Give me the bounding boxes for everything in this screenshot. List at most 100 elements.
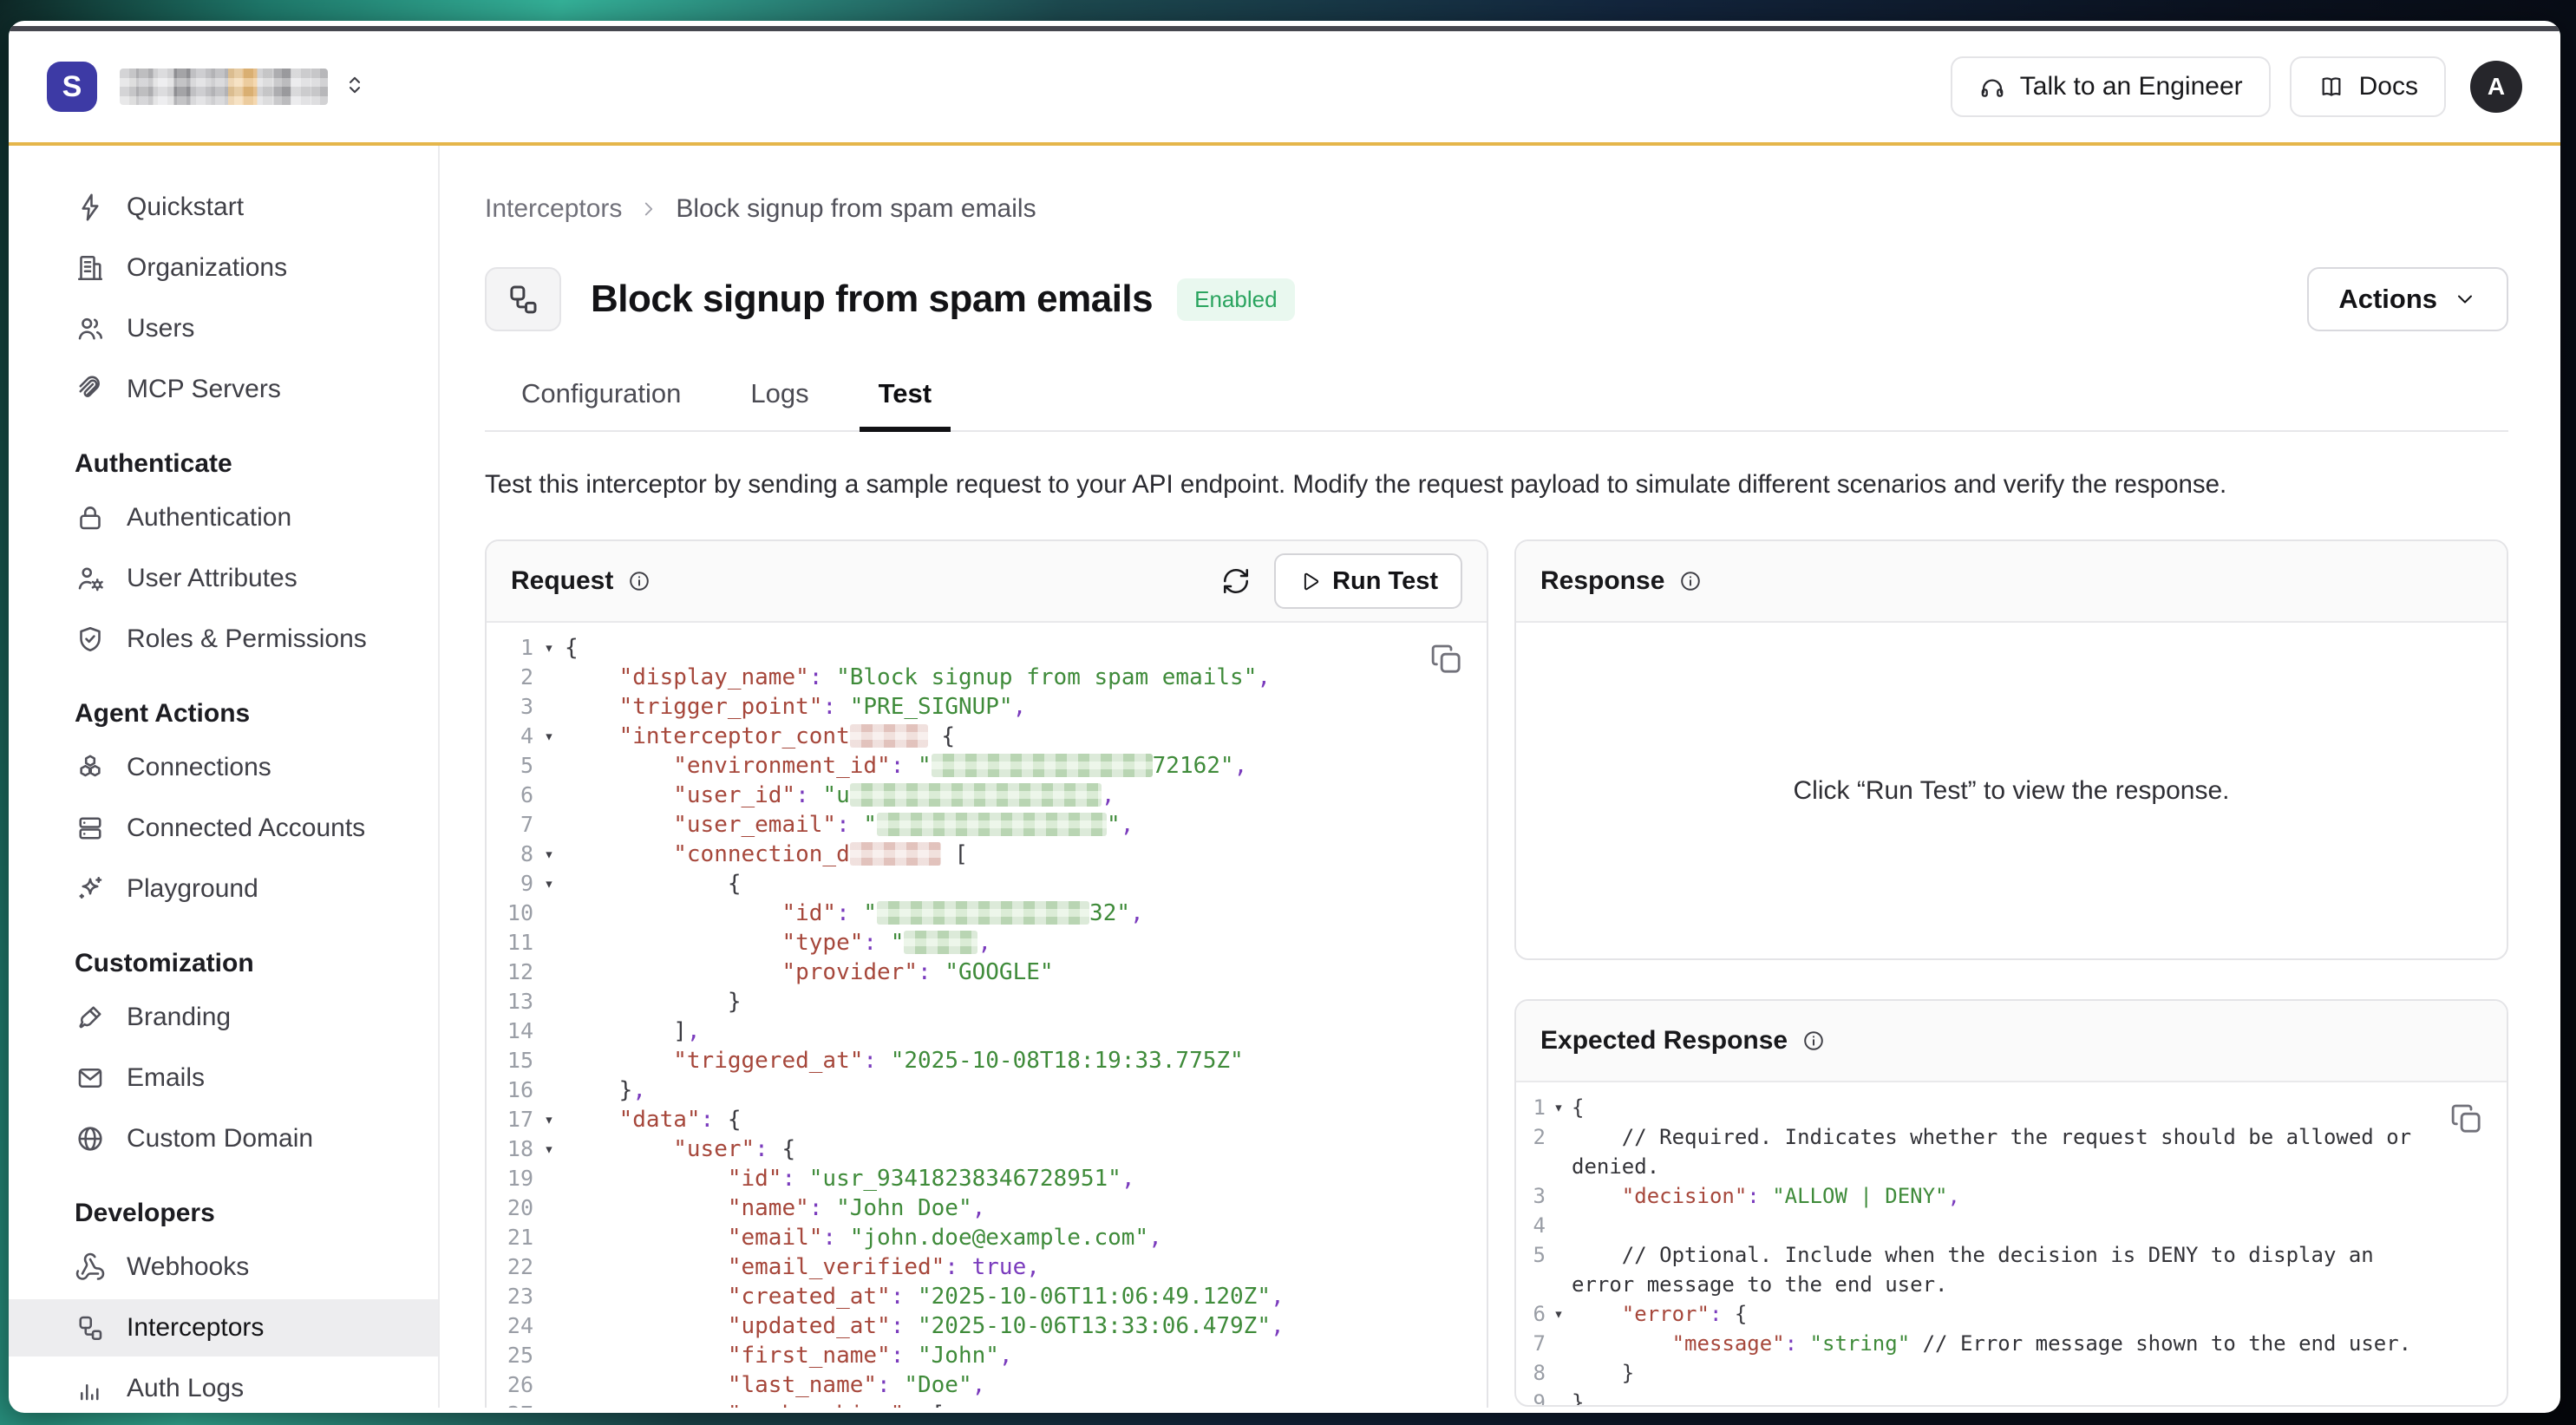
code-line: 13 } [487,987,1487,1016]
code-line: 1▾{ [487,633,1487,663]
avatar[interactable]: A [2470,61,2522,113]
play-icon [1298,570,1322,593]
page-header: Block signup from spam emails Enabled Ac… [485,267,2508,331]
status-badge: Enabled [1177,278,1294,321]
tab-test[interactable]: Test [860,378,951,430]
sidebar-item-custom-domain[interactable]: Custom Domain [9,1110,438,1167]
sidebar-item-user-attributes[interactable]: User Attributes [9,550,438,607]
sidebar-item-playground[interactable]: Playground [9,860,438,918]
sidebar-item-users[interactable]: Users [9,300,438,357]
sidebar-item-label: Interceptors [127,1313,264,1343]
chevrons-up-down-icon [342,72,368,102]
redacted-value [877,813,1107,836]
globe-icon [75,1123,106,1154]
code-line: 23 "created_at": "2025-10-06T11:06:49.12… [487,1282,1487,1311]
sidebar-item-authentication[interactable]: Authentication [9,489,438,546]
copy-expected-button[interactable] [2449,1101,2484,1136]
code-line: 25 "first_name": "John", [487,1341,1487,1370]
expected-response-title: Expected Response [1540,1026,1788,1056]
response-panel-header: Response [1516,541,2507,623]
sidebar-item-label: MCP Servers [127,375,281,404]
redacted-value [904,931,977,954]
sidebar-item-label: Emails [127,1063,205,1093]
users-icon [75,313,106,344]
sidebar-item-emails[interactable]: Emails [9,1049,438,1107]
copy-icon [2449,1101,2484,1136]
brush-icon [75,1002,106,1033]
run-test-button[interactable]: Run Test [1274,553,1462,609]
code-line: 17▾ "data": { [487,1105,1487,1134]
organizations-icon [75,252,106,284]
docs-button[interactable]: Docs [2290,56,2446,117]
code-line: 14 ], [487,1016,1487,1046]
screenshot-frame: S Talk to an Engineer Docs A Quickstart O… [0,0,2576,1425]
expected-response-code: 1▾{2 // Required. Indicates whether the … [1516,1082,2507,1405]
sidebar-section-header: Developers [9,1199,438,1228]
sidebar-item-branding[interactable]: Branding [9,989,438,1046]
page-description: Test this interceptor by sending a sampl… [485,470,2508,500]
sidebar-item-quickstart[interactable]: Quickstart [9,179,438,236]
redacted-value [850,724,928,748]
code-line: 20 "name": "John Doe", [487,1193,1487,1223]
info-icon[interactable] [1801,1029,1826,1053]
code-line: 27▾ "memberships": [ [487,1400,1487,1408]
request-code-editor[interactable]: 1▾{2 "display_name": "Block signup from … [487,623,1487,1408]
sidebar-item-connected-accounts[interactable]: Connected Accounts [9,800,438,857]
org-switcher[interactable]: S [47,62,368,112]
code-line: 2 // Required. Indicates whether the req… [1516,1122,2507,1181]
info-icon[interactable] [627,569,651,593]
response-panel-title: Response [1540,566,1664,596]
code-line: 8▾ "connection_d [ [487,840,1487,869]
reset-request-button[interactable] [1220,565,1252,597]
sidebar-item-label: Connected Accounts [127,814,365,843]
panels-row: Request Run Test [485,539,2508,1408]
sidebar-item-webhooks[interactable]: Webhooks [9,1239,438,1296]
interceptor-icon [75,1312,106,1343]
code-line: 4 [1516,1211,2507,1240]
code-line: 5 "environment_id": "72162", [487,751,1487,781]
sidebar-item-interceptors[interactable]: Interceptors [9,1299,438,1356]
code-line: 12 "provider": "GOOGLE" [487,958,1487,987]
sidebar-item-roles-permissions[interactable]: Roles & Permissions [9,611,438,668]
main-layout: Quickstart Organizations Users MCP Servers A… [9,146,2560,1408]
chevron-right-icon [637,198,660,220]
tab-logs[interactable]: Logs [731,378,827,430]
copy-request-button[interactable] [1429,642,1464,677]
sidebar-item-label: Roles & Permissions [127,624,367,654]
info-icon[interactable] [1678,569,1703,593]
request-panel: Request Run Test [485,539,1488,1408]
app-window: S Talk to an Engineer Docs A Quickstart O… [9,21,2560,1413]
chevron-down-icon [2453,287,2477,311]
sidebar-item-organizations[interactable]: Organizations [9,239,438,297]
sidebar-item-connections[interactable]: Connections [9,739,438,796]
talk-to-engineer-label: Talk to an Engineer [2020,72,2243,101]
redacted-value [850,783,1102,807]
response-column: Response Click “Run Test” to view the re… [1514,539,2508,1407]
code-line: 22 "email_verified": true, [487,1252,1487,1282]
code-line: 18▾ "user": { [487,1134,1487,1164]
sidebar-section-header: Agent Actions [9,699,438,729]
actions-button[interactable]: Actions [2307,267,2508,331]
sidebar-item-label: Webhooks [127,1252,249,1282]
code-line: 5 // Optional. Include when the decision… [1516,1240,2507,1299]
stacked-cards-icon [75,813,106,844]
code-line: 8 } [1516,1358,2507,1388]
refresh-icon [1220,565,1252,597]
org-name-redacted [120,69,328,105]
breadcrumb-parent[interactable]: Interceptors [485,194,622,224]
code-line: 7 "user_email": "", [487,810,1487,840]
sidebar-item-label: Users [127,314,194,343]
sidebar-item-label: Organizations [127,253,287,283]
actions-label: Actions [2338,284,2437,315]
tab-configuration[interactable]: Configuration [502,378,700,430]
code-line: 4▾ "interceptor_cont { [487,722,1487,751]
code-line: 1▾{ [1516,1093,2507,1122]
sidebar-item-auth-logs[interactable]: Auth Logs [9,1360,438,1408]
sidebar-nav: Quickstart Organizations Users MCP Servers A… [9,146,440,1408]
sidebar-item-mcp-servers[interactable]: MCP Servers [9,361,438,418]
docs-label: Docs [2359,72,2418,101]
code-line: 7 "message": "string" // Error message s… [1516,1329,2507,1358]
talk-to-engineer-button[interactable]: Talk to an Engineer [1951,56,2271,117]
response-empty-state: Click “Run Test” to view the response. [1516,623,2507,958]
main-content: Interceptors Block signup from spam emai… [440,146,2560,1408]
